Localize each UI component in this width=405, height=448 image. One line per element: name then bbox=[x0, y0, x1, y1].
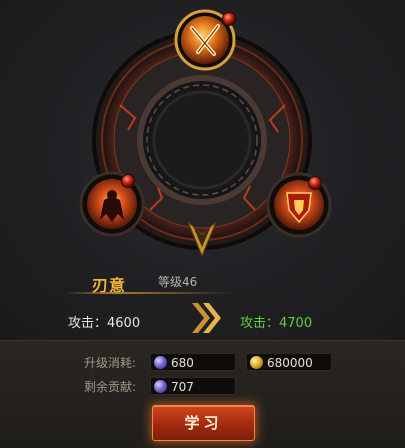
double-chevron-right-icon bbox=[192, 303, 221, 333]
upgrade-cost-gold: 680000 bbox=[246, 353, 332, 371]
skill-level: 等级46 bbox=[158, 275, 198, 289]
purple-gem-icon bbox=[154, 356, 167, 369]
current-attack-value: 攻击：4600 bbox=[68, 316, 141, 331]
gold-coin-icon bbox=[250, 356, 263, 369]
fire-warrior-skill-icon[interactable] bbox=[79, 171, 145, 237]
next-attack-value: 攻击：4700 bbox=[240, 316, 313, 331]
upgrade-cost-label: 升级消耗: bbox=[84, 356, 137, 370]
learn-button[interactable]: 学习 bbox=[152, 405, 255, 441]
skill-name-underline bbox=[64, 292, 234, 294]
remaining-contribution-value: 707 bbox=[171, 380, 194, 394]
skill-emblem bbox=[79, 9, 332, 258]
upgrade-cost-gold-value: 680000 bbox=[267, 356, 313, 370]
crossed-blades-skill-icon[interactable] bbox=[174, 9, 236, 71]
upgrade-cost-gems-value: 680 bbox=[171, 356, 194, 370]
upgrade-cost-gems: 680 bbox=[150, 353, 236, 371]
flaming-shield-skill-icon[interactable] bbox=[266, 172, 332, 238]
remaining-contribution-gems: 707 bbox=[150, 377, 236, 395]
purple-gem-icon bbox=[154, 380, 167, 393]
remaining-contribution-label: 剩余贡献: bbox=[84, 380, 137, 394]
